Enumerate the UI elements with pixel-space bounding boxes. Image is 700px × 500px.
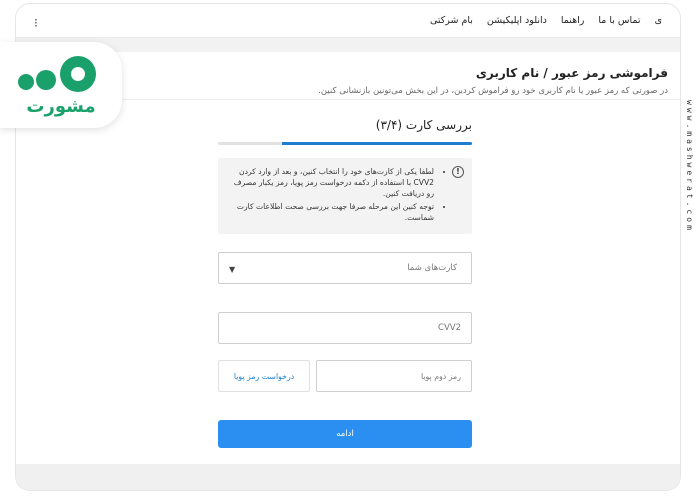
continue-button[interactable]: ادامه <box>218 420 472 448</box>
step-progress-bar <box>218 142 472 145</box>
top-navigation: ی تماس با ما راهنما دانلود اپلیکیشن بام … <box>16 4 680 38</box>
card-select-placeholder: کارت‌های شما <box>407 263 457 273</box>
step-title: بررسی کارت (۳/۴) <box>375 118 472 132</box>
info-list: لطفا یکی از کارت‌های خود را انتخاب کنین،… <box>230 166 462 223</box>
nav-item-help[interactable]: راهنما <box>561 15 585 26</box>
grip-icon[interactable]: ⁝ <box>34 16 38 30</box>
info-bullet: توجه کنین این مرحله صرفا جهت بررسی صحت ا… <box>230 201 434 223</box>
site-watermark: www.mashwerat.com <box>685 100 694 233</box>
nav-item-corporate[interactable]: بام شرکتی <box>430 15 473 26</box>
card-select[interactable]: کارت‌های شما ▼ <box>218 252 472 284</box>
otp-input[interactable]: رمز دوم پویا <box>316 360 472 392</box>
otp-placeholder: رمز دوم پویا <box>420 371 461 381</box>
logo-wordmark: مشورت <box>26 96 96 117</box>
step-progress-fill <box>281 142 472 145</box>
form-content: بررسی کارت (۳/۴) ! لطفا یکی از کارت‌های … <box>16 100 680 490</box>
info-box: ! لطفا یکی از کارت‌های خود را انتخاب کنی… <box>218 158 472 234</box>
nav-item-partial[interactable]: ی <box>655 15 662 26</box>
nav-item-download-app[interactable]: دانلود اپلیکیشن <box>487 15 547 26</box>
info-icon: ! <box>452 166 464 178</box>
bottom-strip <box>16 464 680 490</box>
info-bullet: لطفا یکی از کارت‌های خود را انتخاب کنین،… <box>230 166 434 199</box>
cvv2-input[interactable]: CVV2 <box>218 312 472 344</box>
logo-card: مشورت <box>0 42 122 128</box>
cvv2-placeholder: CVV2 <box>438 323 461 333</box>
nav-item-contact[interactable]: تماس با ما <box>598 15 640 26</box>
request-otp-button[interactable]: درخواست رمز پویا <box>218 360 310 392</box>
chevron-down-icon: ▼ <box>229 265 236 274</box>
logo-mark <box>18 56 96 92</box>
